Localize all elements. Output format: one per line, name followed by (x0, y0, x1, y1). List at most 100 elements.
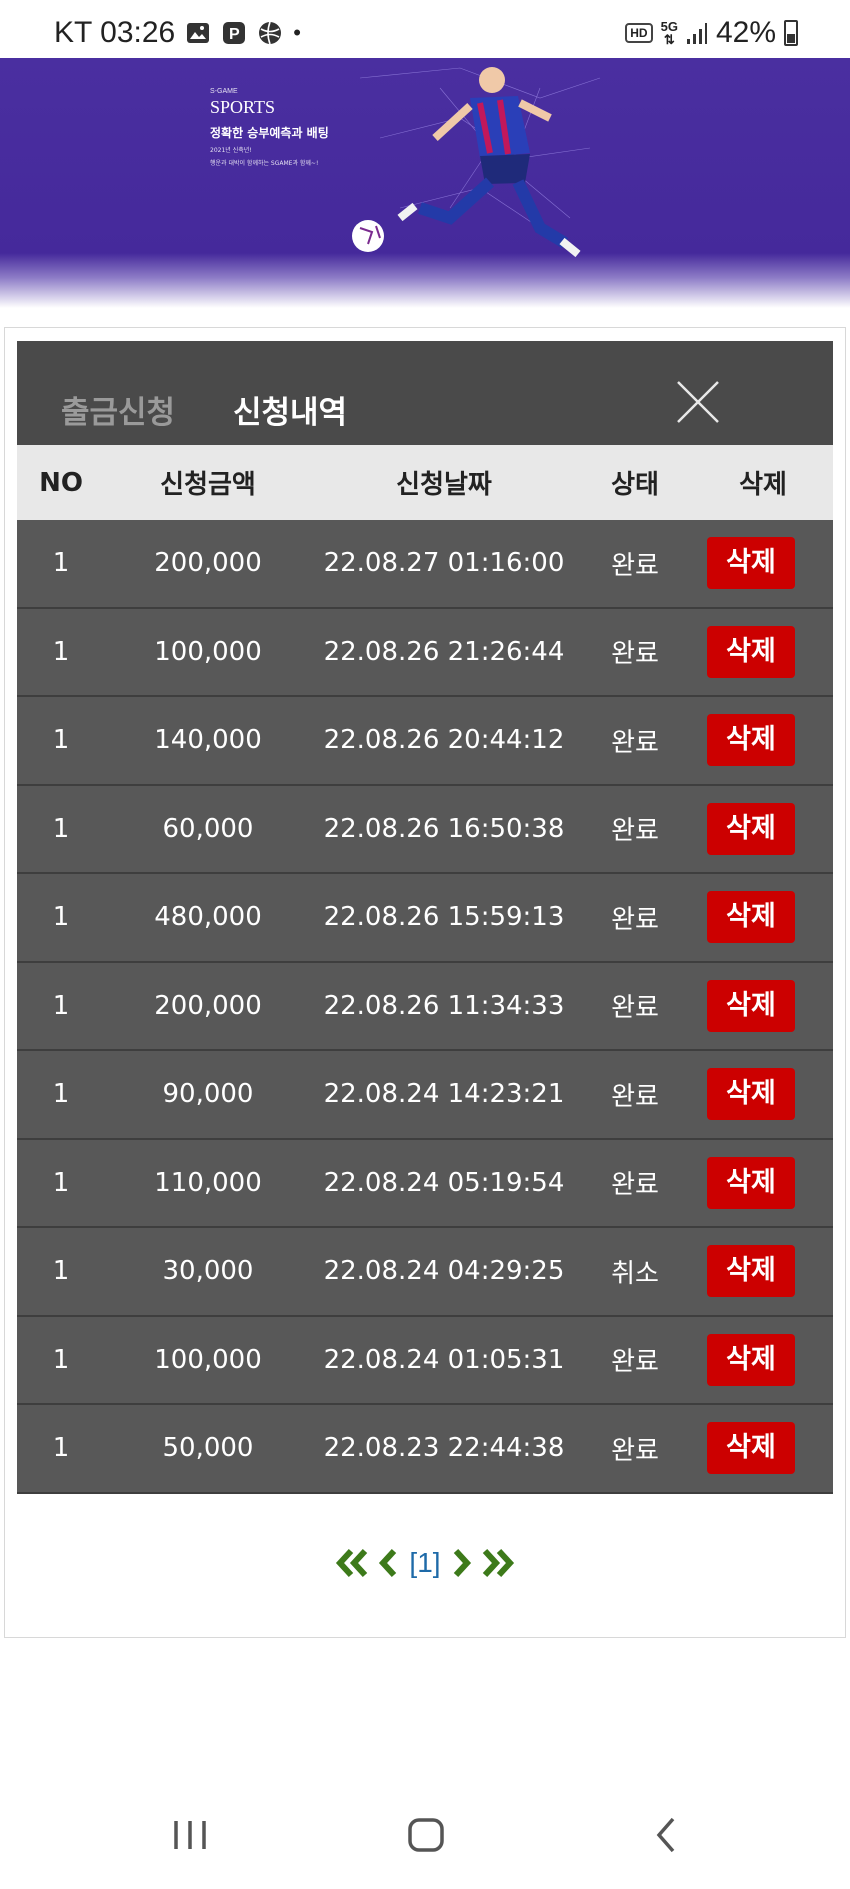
delete-button[interactable]: 삭제 (707, 1068, 795, 1121)
page-current[interactable]: [1] (409, 1547, 440, 1579)
row-status: 완료 (611, 1170, 659, 1201)
row-date: 22.08.26 20:44:12 (323, 725, 565, 756)
column-amount: 신청금액 (160, 470, 256, 500)
system-nav-bar (0, 1790, 850, 1889)
hd-voice-icon: HD (625, 23, 653, 43)
row-status: 완료 (611, 727, 659, 758)
row-status: 완료 (611, 904, 659, 935)
row-date: 22.08.24 05:19:54 (323, 1167, 565, 1198)
banner-headline: 정확한 승부예측과 배팅 (210, 126, 329, 140)
row-amount: 110,000 (154, 1167, 262, 1198)
row-no: 1 (52, 813, 70, 844)
next-page-icon[interactable] (451, 1547, 473, 1579)
table-row: 1 90,000 22.08.24 14:23:21 완료 삭제 (17, 1051, 833, 1140)
table-row: 1 480,000 22.08.26 15:59:13 완료 삭제 (17, 874, 833, 963)
home-icon[interactable] (406, 1815, 446, 1855)
delete-button[interactable]: 삭제 (707, 1422, 795, 1475)
banner-line-2: 행운과 대박이 함께하는 SGAME과 함께~! (210, 160, 319, 167)
soccer-player-image (352, 67, 601, 258)
table-row: 1 200,000 22.08.26 11:34:33 완료 삭제 (17, 962, 833, 1051)
row-amount: 100,000 (154, 1344, 262, 1375)
row-amount: 30,000 (162, 1256, 254, 1287)
row-no: 1 (52, 1256, 70, 1287)
battery-icon (784, 20, 798, 46)
recent-apps-icon[interactable] (172, 1815, 208, 1855)
row-no: 1 (52, 990, 70, 1021)
row-amount: 100,000 (154, 636, 262, 667)
row-date: 22.08.26 16:50:38 (323, 813, 565, 844)
delete-button[interactable]: 삭제 (707, 802, 795, 855)
row-amount: 50,000 (162, 1433, 254, 1464)
column-date: 신청날짜 (396, 470, 492, 500)
delete-button[interactable]: 삭제 (707, 979, 795, 1032)
row-no: 1 (52, 548, 70, 579)
row-status: 완료 (611, 550, 659, 581)
column-no: NO (39, 467, 83, 498)
signal-icon (686, 23, 707, 44)
row-amount: 200,000 (154, 990, 262, 1021)
row-status: 완료 (611, 1081, 659, 1112)
delete-button[interactable]: 삭제 (707, 1333, 795, 1386)
table-row: 1 50,000 22.08.23 22:44:38 완료 삭제 (17, 1405, 833, 1494)
row-date: 22.08.27 01:16:00 (323, 548, 565, 579)
row-date: 22.08.26 21:26:44 (323, 636, 565, 667)
notification-dot-icon: • (293, 20, 301, 45)
row-date: 22.08.24 14:23:21 (323, 1079, 565, 1110)
row-no: 1 (52, 1079, 70, 1110)
table-row: 1 30,000 22.08.24 04:29:25 취소 삭제 (17, 1228, 833, 1317)
tab-request-history[interactable]: 신청내역 (233, 387, 347, 432)
table-header: NO 신청금액 신청날짜 상태 삭제 (17, 445, 833, 520)
banner-text: S-GAME SPORTS 정확한 승부예측과 배팅 2021년 신축년! 행운… (210, 88, 329, 167)
row-date: 22.08.24 01:05:31 (323, 1344, 565, 1375)
row-date: 22.08.26 15:59:13 (323, 902, 565, 933)
row-no: 1 (52, 1433, 70, 1464)
row-status: 완료 (611, 1347, 659, 1378)
row-no: 1 (52, 636, 70, 667)
delete-button[interactable]: 삭제 (707, 1156, 795, 1209)
row-status: 취소 (611, 1258, 659, 1289)
row-status: 완료 (611, 639, 659, 670)
row-amount: 140,000 (154, 725, 262, 756)
row-amount: 200,000 (154, 548, 262, 579)
delete-button[interactable]: 삭제 (707, 891, 795, 944)
table-row: 1 60,000 22.08.26 16:50:38 완료 삭제 (17, 785, 833, 874)
sports-banner: S-GAME SPORTS 정확한 승부예측과 배팅 2021년 신축년! 행운… (0, 58, 850, 308)
table-row: 1 140,000 22.08.26 20:44:12 완료 삭제 (17, 697, 833, 786)
banner-line-1: 2021년 신축년! (210, 147, 252, 154)
p-app-icon: P (223, 22, 246, 44)
row-date: 22.08.26 11:34:33 (323, 990, 565, 1021)
table-row: 1 110,000 22.08.24 05:19:54 완료 삭제 (17, 1139, 833, 1228)
last-page-icon[interactable] (479, 1547, 515, 1579)
row-no: 1 (52, 725, 70, 756)
battery-percent: 42% (715, 16, 776, 49)
delete-button[interactable]: 삭제 (707, 625, 795, 678)
row-no: 1 (52, 902, 70, 933)
carrier-time: KT 03:26 (54, 16, 176, 49)
column-status: 상태 (611, 470, 659, 500)
back-icon[interactable] (652, 1815, 680, 1855)
row-amount: 480,000 (154, 902, 262, 933)
delete-button[interactable]: 삭제 (707, 1245, 795, 1298)
close-icon[interactable] (675, 379, 721, 425)
sports-ball-icon (259, 21, 282, 45)
table-row: 1 100,000 22.08.24 01:05:31 완료 삭제 (17, 1316, 833, 1405)
first-page-icon[interactable] (335, 1547, 371, 1579)
modal-header: 출금신청 신청내역 (17, 341, 833, 445)
pagination: [1] (0, 1538, 850, 1588)
network-5g-icon: 5G ⇅ (660, 19, 678, 47)
banner-title: SPORTS (210, 97, 275, 117)
row-date: 22.08.24 04:29:25 (323, 1256, 565, 1287)
row-status: 완료 (611, 993, 659, 1024)
row-status: 완료 (611, 816, 659, 847)
delete-button[interactable]: 삭제 (707, 714, 795, 767)
delete-button[interactable]: 삭제 (707, 537, 795, 590)
row-date: 22.08.23 22:44:38 (323, 1433, 565, 1464)
tab-withdraw-request[interactable]: 출금신청 (61, 387, 175, 432)
row-no: 1 (52, 1344, 70, 1375)
row-status: 완료 (611, 1435, 659, 1466)
status-bar: KT 03:26 P • HD 5G ⇅ 42% (0, 0, 850, 58)
table-row: 1 200,000 22.08.27 01:16:00 완료 삭제 (17, 520, 833, 609)
row-amount: 60,000 (162, 813, 254, 844)
prev-page-icon[interactable] (377, 1547, 399, 1579)
table-row: 1 100,000 22.08.26 21:26:44 완료 삭제 (17, 608, 833, 697)
